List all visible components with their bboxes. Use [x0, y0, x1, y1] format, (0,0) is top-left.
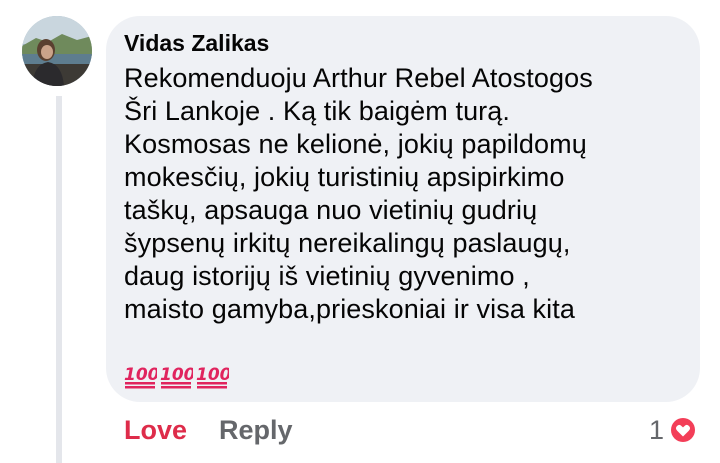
reply-button[interactable]: Reply — [219, 415, 293, 446]
emoji-row: 100 100 100 — [123, 360, 229, 390]
comment-text-line: Rekomenduoju Arthur Rebel Atostogos — [124, 63, 593, 93]
comment-text: Rekomenduoju Arthur Rebel Atostogos Šri … — [124, 62, 593, 326]
comment-text-line: Kosmosas ne kelionė, jokių papildomų — [124, 129, 587, 159]
comment-text-line: šypsenų irkitų nereikalingų paslaugų, — [124, 228, 571, 258]
avatar[interactable] — [22, 16, 92, 86]
love-button[interactable]: Love — [124, 415, 187, 446]
reaction-count: 1 — [648, 414, 664, 445]
comment-text-line: maisto gamyba,prieskoniai ir visa kita — [124, 294, 575, 324]
comment-author[interactable]: Vidas Zalikas — [124, 30, 269, 57]
heart-icon — [669, 416, 697, 444]
hundred-points-icon: 100 — [124, 365, 157, 389]
hundred-points-icon: 100 — [160, 365, 193, 389]
thread-line — [56, 96, 62, 463]
hundred-points-icon: 100 — [196, 365, 229, 389]
comment-text-line: Šri Lankoje . Ką tik baigėm turą. — [124, 96, 510, 126]
comment-actions: Love Reply — [124, 410, 293, 450]
comment-bubble: Vidas Zalikas Rekomenduoju Arthur Rebel … — [106, 16, 700, 402]
comment: Vidas Zalikas Rekomenduoju Arthur Rebel … — [0, 0, 720, 463]
comment-text-line: taškų, apsauga nuo vietinių gudrių — [124, 195, 538, 225]
comment-text-line: daug istorijų iš vietinių gyvenimo , — [124, 261, 530, 291]
comment-text-line: mokesčių, jokių turistinių apsipirkimo — [124, 162, 565, 192]
reaction-summary[interactable]: 1 — [649, 410, 698, 450]
